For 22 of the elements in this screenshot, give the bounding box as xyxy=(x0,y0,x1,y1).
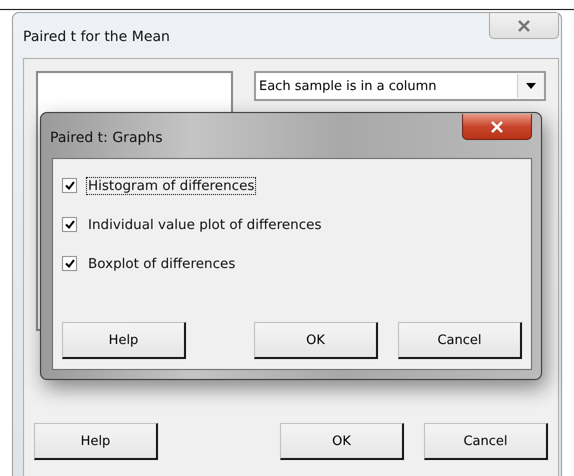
close-icon xyxy=(517,20,531,32)
checkbox[interactable] xyxy=(62,217,77,232)
close-button[interactable] xyxy=(462,114,532,140)
dropdown[interactable]: Each sample is in a column xyxy=(254,71,546,101)
checkbox-label[interactable]: Boxplot of differences xyxy=(86,254,238,272)
checkbox-label[interactable]: Histogram of differences xyxy=(86,176,256,194)
ok-button[interactable]: OK xyxy=(254,322,378,359)
checkbox-label[interactable]: Individual value plot of differences xyxy=(86,216,324,234)
close-icon xyxy=(490,120,504,132)
cancel-button[interactable]: Cancel xyxy=(424,423,548,460)
caret-icon xyxy=(526,83,536,89)
check-icon xyxy=(64,220,74,229)
checkbox[interactable] xyxy=(62,178,77,193)
check-icon xyxy=(64,181,74,190)
dialog-title: Paired t: Graphs xyxy=(50,130,163,146)
help-button[interactable]: Help xyxy=(34,423,158,460)
ok-button[interactable]: OK xyxy=(280,423,404,460)
cancel-button[interactable]: Cancel xyxy=(398,322,522,359)
window-title: Paired t for the Mean xyxy=(23,28,170,44)
checkbox[interactable] xyxy=(62,256,77,271)
check-icon xyxy=(64,259,74,268)
help-button[interactable]: Help xyxy=(62,322,186,359)
